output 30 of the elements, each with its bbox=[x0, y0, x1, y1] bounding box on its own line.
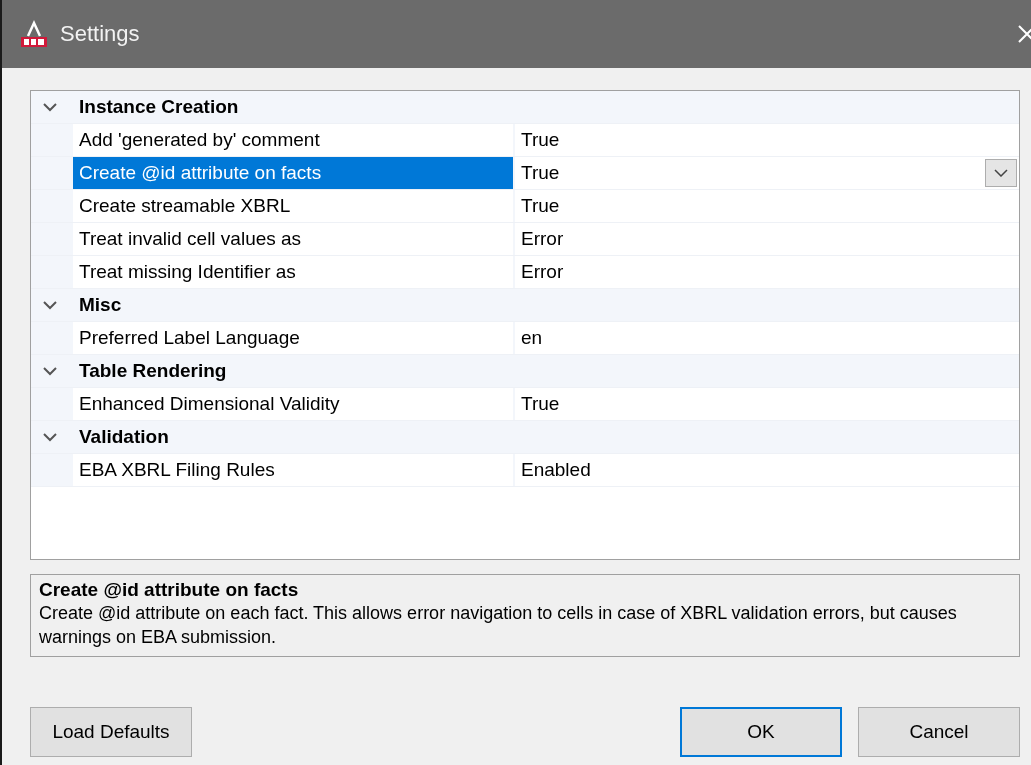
property-name[interactable]: EBA XBRL Filing Rules bbox=[73, 454, 515, 486]
property-value: True bbox=[521, 195, 560, 217]
property-value: en bbox=[521, 327, 543, 349]
property-name[interactable]: Create streamable XBRL bbox=[73, 190, 515, 222]
chevron-icon[interactable] bbox=[43, 300, 57, 310]
category-label: Misc bbox=[79, 294, 122, 316]
window-title: Settings bbox=[60, 21, 140, 47]
property-value: Error bbox=[521, 228, 564, 250]
caret-icon bbox=[994, 169, 1008, 177]
cancel-button[interactable]: Cancel bbox=[858, 707, 1020, 757]
property-value: Error bbox=[521, 261, 564, 283]
defaults-button[interactable]: Load Defaults bbox=[30, 707, 192, 757]
dropdown-button[interactable] bbox=[985, 159, 1017, 187]
property-value: True bbox=[521, 162, 560, 184]
property-value: True bbox=[521, 393, 560, 415]
chevron-icon[interactable] bbox=[43, 366, 57, 376]
category-label: Table Rendering bbox=[79, 360, 227, 382]
logo-icon bbox=[20, 20, 48, 48]
property-name[interactable]: Treat invalid cell values as bbox=[73, 223, 515, 255]
ok-button[interactable]: OK bbox=[680, 707, 842, 757]
chevron-icon[interactable] bbox=[43, 432, 57, 442]
chevron-icon[interactable] bbox=[43, 102, 57, 112]
description-text: Create @id attribute on each fact. This allows error navigation to cells in case of XBRL validation errors, but causes warnings on EBA submission. bbox=[39, 602, 958, 649]
property-value: Enabled bbox=[521, 459, 591, 481]
category-label: Instance Creation bbox=[79, 96, 239, 118]
property-value: True bbox=[521, 129, 560, 151]
property-name[interactable]: Create @id attribute on facts bbox=[73, 157, 515, 189]
category-label: Validation bbox=[79, 426, 169, 448]
description-title: Create @id attribute on facts bbox=[39, 579, 300, 601]
close-icon[interactable] bbox=[1017, 24, 1031, 44]
